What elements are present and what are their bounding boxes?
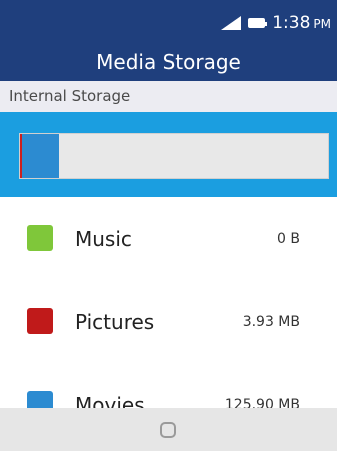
clock-ampm: PM: [313, 17, 331, 31]
home-icon[interactable]: [160, 422, 176, 438]
signal-icon: [221, 16, 242, 30]
page-title: Media Storage: [96, 50, 241, 74]
clock: 1:38 PM: [272, 13, 331, 33]
navigation-bar: [0, 408, 337, 451]
battery-icon: [248, 18, 268, 28]
storage-usage-bar: [19, 133, 329, 179]
music-color-swatch: [27, 225, 53, 251]
clock-time: 1:38: [272, 13, 311, 33]
list-item-music[interactable]: Music 0 B: [0, 197, 337, 277]
list-item-size: 3.93 MB: [242, 314, 300, 330]
media-storage-screen: 1:38 PM Media Storage Internal Storage M…: [0, 0, 337, 451]
list-item-pictures[interactable]: Pictures 3.93 MB: [0, 280, 337, 360]
storage-segment-movies: [22, 134, 60, 178]
app-header: 1:38 PM Media Storage: [0, 0, 337, 81]
status-bar: 1:38 PM: [221, 12, 331, 34]
list-item-size: 0 B: [277, 231, 300, 247]
list-item-label: Pictures: [75, 310, 155, 334]
pictures-color-swatch: [27, 308, 53, 334]
list-item-label: Music: [75, 227, 132, 251]
section-header-internal-storage: Internal Storage: [0, 81, 337, 112]
